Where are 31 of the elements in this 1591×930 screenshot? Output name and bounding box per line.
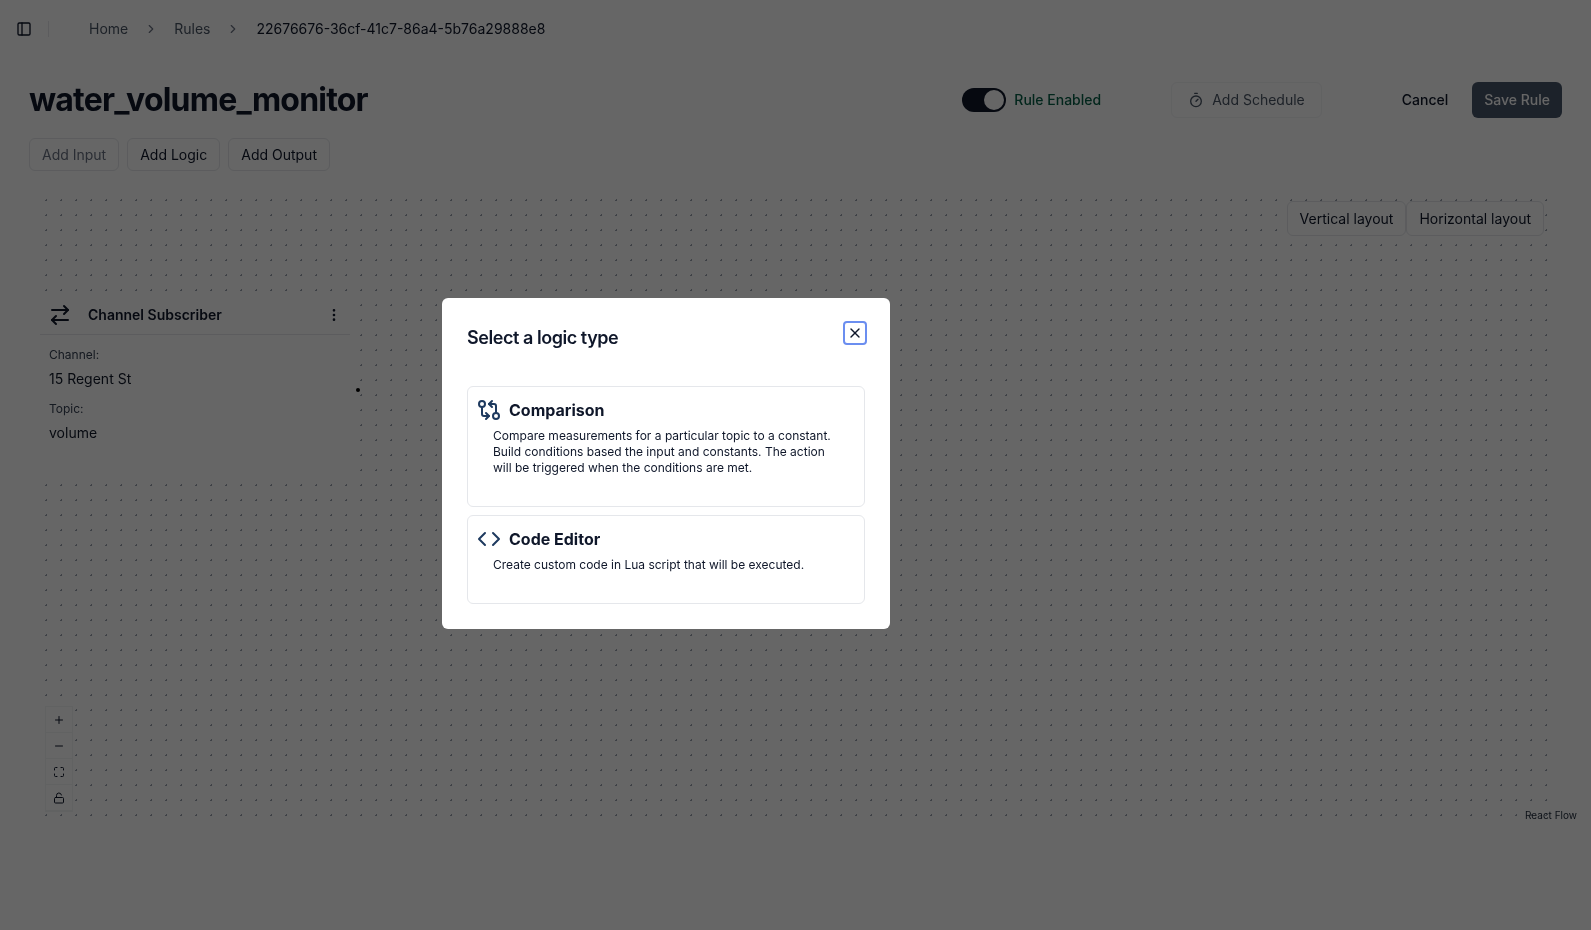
toggle-label: Rule Enabled xyxy=(1014,90,1102,110)
exchange-arrows-icon xyxy=(48,302,72,327)
field-value: 15 Regent St xyxy=(49,369,133,389)
timer-icon xyxy=(1188,92,1205,108)
page-title: water_volume_monitor xyxy=(29,79,368,121)
field-label: Topic: xyxy=(49,401,85,417)
breadcrumb-link[interactable]: Home xyxy=(89,19,129,39)
unlocked-padlock-icon xyxy=(53,791,65,804)
close-button[interactable] xyxy=(843,321,867,345)
logic-option-card[interactable]: Comparison Compare measurements for a particular topic to a constant. Build conditions based the input and constants. The action will be triggered when the conditions are met. xyxy=(467,386,865,507)
layout-button[interactable]: Vertical layout xyxy=(1286,201,1407,236)
attribution-link[interactable]: React Flow xyxy=(1525,808,1577,823)
compare-arrows-icon xyxy=(477,398,501,422)
field-label: Channel: xyxy=(49,347,101,363)
add-node-button[interactable]: Add Logic xyxy=(127,138,221,171)
option-title: Code Editor xyxy=(509,528,601,551)
option-description: Compare measurements for a particular topic to a constant. Build conditions based the input and constants. The action will be triggered when the conditions are met. xyxy=(492,428,832,476)
field-value: volume xyxy=(49,423,99,443)
rule-toggle[interactable] xyxy=(962,88,1007,112)
add-schedule-button[interactable]: Add Schedule xyxy=(1171,82,1322,118)
sidebar-toggle-icon[interactable] xyxy=(16,21,32,37)
dialog-title: Select a logic type xyxy=(467,326,619,350)
option-description: Create custom code in Lua script that will be executed. xyxy=(492,557,806,573)
option-title: Comparison xyxy=(509,399,605,422)
frame-corners-icon xyxy=(53,765,65,778)
logic-option-card[interactable]: Code Editor Create custom code in Lua script that will be executed. xyxy=(467,515,865,604)
add-node-button[interactable]: Add Output xyxy=(228,138,330,171)
layout-button[interactable]: Horizontal layout xyxy=(1406,201,1544,236)
node-title: Channel Subscriber xyxy=(88,304,222,325)
plus-icon xyxy=(53,713,65,726)
breadcrumb-link[interactable]: Rules xyxy=(174,19,211,39)
